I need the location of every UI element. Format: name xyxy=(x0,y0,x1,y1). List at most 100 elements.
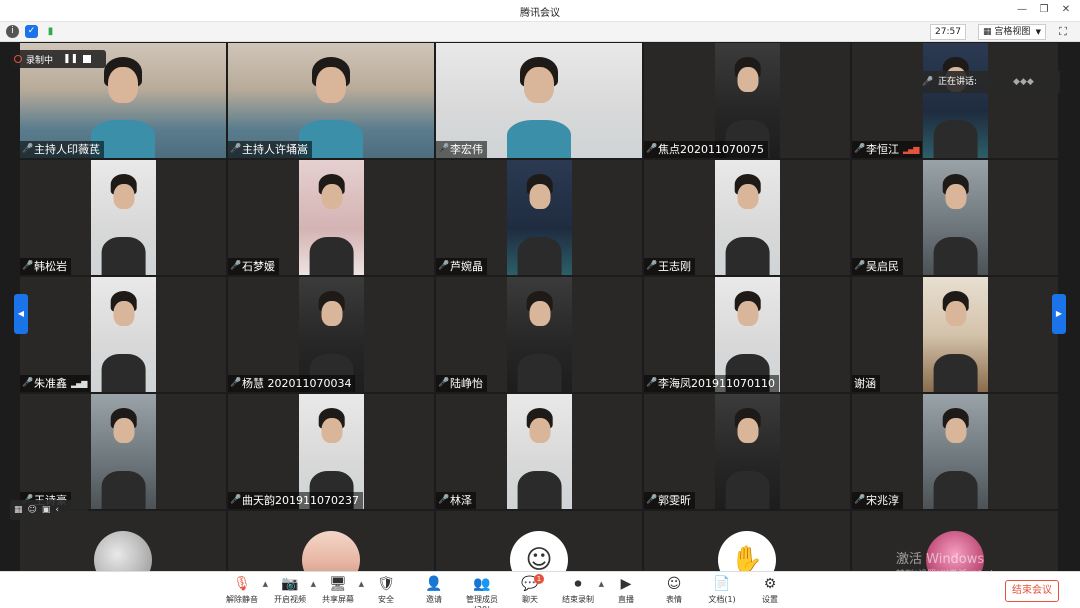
emoji-icon: ☺ xyxy=(666,576,682,592)
prev-page-button[interactable]: ◀ xyxy=(14,294,28,334)
chat-icon[interactable]: ▣ xyxy=(42,505,51,515)
meeting-toolbar: 🎙解除静音▲📷开启视频▲🖥共享屏幕▲🛡安全👤邀请👥管理成员(30)💬聊天1⏺结束… xyxy=(0,571,1080,608)
participant-name: 李海凤201911070110 xyxy=(658,377,775,390)
person-face xyxy=(108,67,138,103)
recording-label: 录制中 xyxy=(26,55,54,66)
toolbar-label: 直播 xyxy=(618,595,634,604)
mic-muted-icon: 🎤 xyxy=(438,144,450,154)
person-face xyxy=(737,184,758,210)
video-feed xyxy=(715,160,780,275)
participant-tile[interactable]: 谢涵 xyxy=(852,277,1058,392)
info-icon[interactable]: i xyxy=(6,25,19,38)
participant-name-tag: 🎤 焦点202011070075 xyxy=(644,141,768,158)
person-face xyxy=(321,418,342,444)
invite-button[interactable]: 👤 邀请 xyxy=(410,574,458,608)
mic-muted-icon: 🎤 xyxy=(646,261,658,271)
person-body xyxy=(517,471,562,509)
participant-tile[interactable]: 🎤 主持人许埇嵩 xyxy=(228,43,434,158)
minimize-icon[interactable]: — xyxy=(1014,2,1030,18)
emoji-icon[interactable]: ☺ xyxy=(28,505,37,515)
participant-name: 林泽 xyxy=(450,494,472,507)
participant-tile[interactable]: 🎤 李海凤201911070110 xyxy=(644,277,850,392)
participant-name: 韩松岩 xyxy=(34,260,67,273)
participant-name: 主持人印薇芪 xyxy=(34,143,100,156)
mic-icon: 🎤 xyxy=(22,144,34,154)
chevron-left-icon[interactable]: ‹ xyxy=(55,505,59,515)
stop-icon[interactable] xyxy=(83,55,92,63)
participant-name-tag: 🎤 林泽 xyxy=(436,492,476,509)
person-face xyxy=(321,301,342,327)
person-face xyxy=(945,184,966,210)
participant-tile[interactable]: 🎤 吴启民 xyxy=(852,160,1058,275)
end-meeting-button[interactable]: 结束会议 xyxy=(1005,580,1059,602)
participant-tile[interactable]: 🎤 李恒江 ▂▄▆ xyxy=(852,43,1058,158)
fullscreen-icon[interactable]: ⛶ xyxy=(1055,24,1071,40)
participant-tile[interactable]: 🎤 朱准鑫 ▂▄▆ xyxy=(20,277,226,392)
mic-muted-icon: 🎤 xyxy=(230,378,242,388)
participant-name: 主持人许埇嵩 xyxy=(242,143,308,156)
video-feed xyxy=(923,394,988,509)
person-body xyxy=(933,237,978,275)
camera-off-button[interactable]: 📷 开启视频 ▲ xyxy=(266,574,316,608)
participant-name: 焦点202011070075 xyxy=(658,143,764,156)
participant-tile[interactable]: 🎤 曲天韵201911070237 xyxy=(228,394,434,509)
pause-icon[interactable]: ❚❚ xyxy=(63,53,78,65)
participant-tile[interactable]: 🎤 李宏伟 xyxy=(436,43,642,158)
mic-muted-icon: 🎤 xyxy=(438,378,450,388)
window-title: 腾讯会议 xyxy=(520,8,560,19)
person-face xyxy=(524,67,554,103)
mic-off-button[interactable]: 🎙 解除静音 ▲ xyxy=(218,574,268,608)
participant-tile[interactable]: 🎤 杨慧 202011070034 xyxy=(228,277,434,392)
chat-icon: 💬 xyxy=(521,576,539,592)
shield-icon[interactable]: ✓ xyxy=(25,25,38,38)
participant-tile[interactable]: 🎤 林泽 xyxy=(436,394,642,509)
toolbar-label: 文档(1) xyxy=(708,595,736,604)
toolbar-label: 邀请 xyxy=(426,595,442,604)
mic-muted-icon: 🎤 xyxy=(854,144,866,154)
info-bar: i ✓ ▮ 27:57 ▦ 宫格视图 ▼ ⛶ xyxy=(0,22,1080,42)
participant-tile[interactable]: 🎤 焦点202011070075 xyxy=(644,43,850,158)
person-face xyxy=(945,301,966,327)
invite-icon: 👤 xyxy=(425,576,443,592)
stop-record-button[interactable]: ⏺ 结束录制 ▲ xyxy=(554,574,604,608)
participant-tile[interactable]: 🎤王诗豪 xyxy=(20,394,226,509)
emoji-button[interactable]: ☺ 表情 xyxy=(650,574,698,608)
participant-name-tag: 🎤 郭雯昕 xyxy=(644,492,695,509)
participant-tile[interactable]: 🎤 韩松岩 xyxy=(20,160,226,275)
mic-off-icon: 🎙 xyxy=(233,576,251,592)
participant-name: 杨慧 202011070034 xyxy=(242,377,352,390)
participant-tile[interactable]: 🎤 王志刚 xyxy=(644,160,850,275)
layout-icon[interactable]: ▦ xyxy=(14,505,23,515)
gear-button[interactable]: ⚙ 设置 xyxy=(746,574,794,608)
speaker-waves-icon: ◆◆◆ xyxy=(1013,77,1034,87)
mic-muted-icon: 🎤 xyxy=(230,495,242,505)
speaking-indicator: 🎤 正在讲话: ◆◆◆ xyxy=(914,71,1060,93)
signal-icon[interactable]: ▮ xyxy=(44,25,57,38)
view-mode-button[interactable]: ▦ 宫格视图 ▼ xyxy=(978,24,1046,40)
close-icon[interactable]: ✕ xyxy=(1058,2,1074,18)
share-screen-button[interactable]: 🖥 共享屏幕 ▲ xyxy=(314,574,364,608)
person-face xyxy=(316,67,346,103)
participant-name: 宋兆淳 xyxy=(866,494,899,507)
toolbar-label: 安全 xyxy=(378,595,394,604)
participant-tile[interactable]: 🎤 陆峥怡 xyxy=(436,277,642,392)
participant-tile[interactable]: 🎤 宋兆淳 xyxy=(852,394,1058,509)
person-face xyxy=(529,418,550,444)
restore-icon[interactable]: ❐ xyxy=(1036,2,1052,18)
person-body xyxy=(101,237,146,275)
next-page-button[interactable]: ▶ xyxy=(1052,294,1066,334)
toolbar-label: 管理成员(30) xyxy=(466,595,498,608)
chat-button[interactable]: 💬 聊天 1 xyxy=(506,574,554,608)
participant-tile[interactable]: 🎤 芦婉晶 xyxy=(436,160,642,275)
toolbar-label: 聊天 xyxy=(522,595,538,604)
document-button[interactable]: 📄 文档(1) xyxy=(698,574,746,608)
participant-tile[interactable]: 🎤 郭雯昕 xyxy=(644,394,850,509)
mic-muted-icon: 🎤 xyxy=(854,495,866,505)
participant-tile[interactable]: 🎤 石梦媛 xyxy=(228,160,434,275)
toolbar-label: 表情 xyxy=(666,595,682,604)
participant-name: 李恒江 xyxy=(866,143,899,156)
shield-button[interactable]: 🛡 安全 xyxy=(362,574,410,608)
live-button[interactable]: ▶ 直播 xyxy=(602,574,650,608)
members-button[interactable]: 👥 管理成员(30) xyxy=(458,574,506,608)
person-face xyxy=(113,418,134,444)
